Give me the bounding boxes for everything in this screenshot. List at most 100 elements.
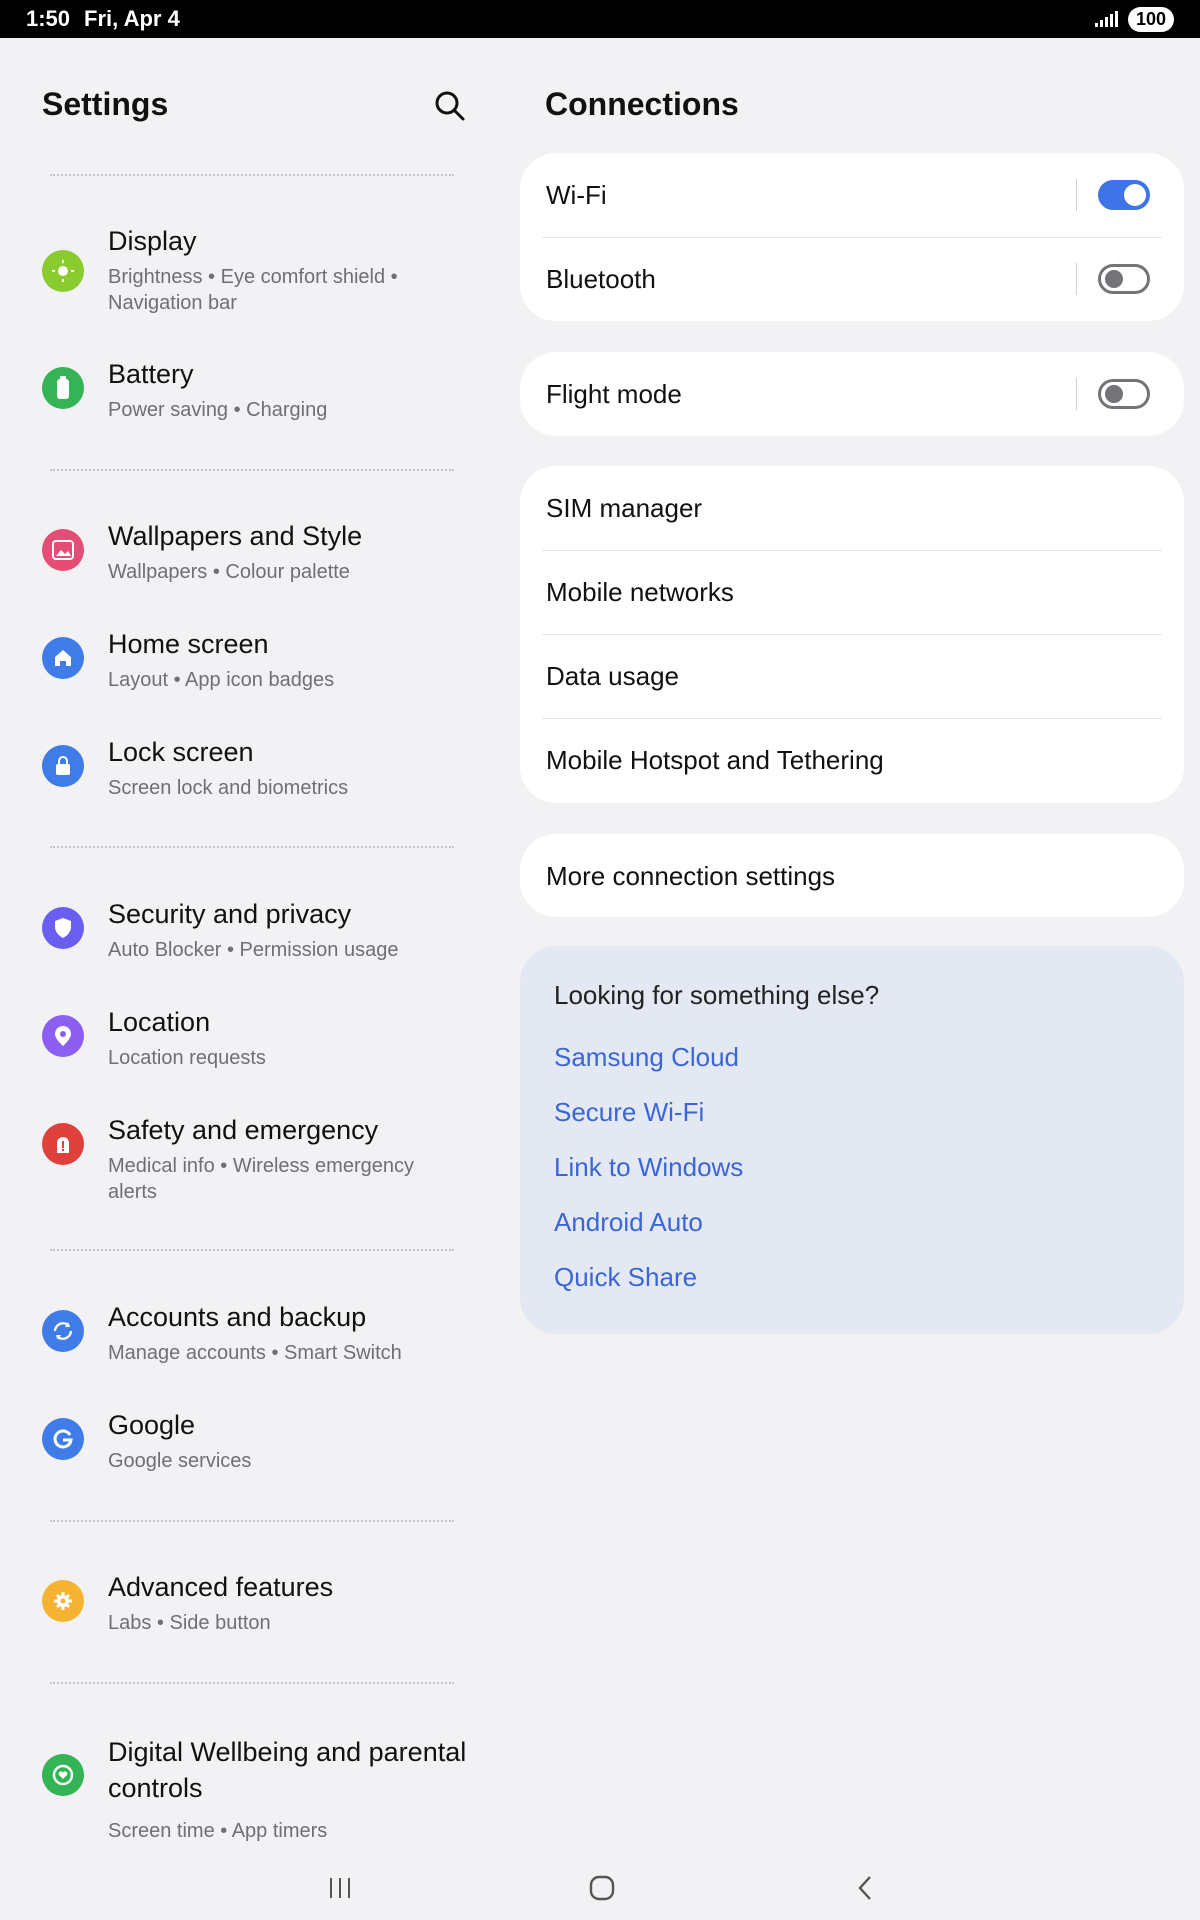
google-icon: [42, 1418, 84, 1460]
navigation-bar: [0, 1860, 1200, 1920]
item-subtitle: Manage accounts • Smart Switch: [108, 1342, 402, 1364]
item-subtitle: Brightness • Eye comfort shield • Naviga…: [108, 266, 398, 314]
item-subtitle: Google services: [108, 1450, 252, 1472]
alert-icon: [42, 1123, 84, 1165]
suggestions-heading: Looking for something else?: [554, 980, 880, 1010]
battery-indicator: 100: [1127, 6, 1174, 32]
flight-mode-row[interactable]: Flight mode: [520, 352, 1184, 436]
settings-item-lock-screen[interactable]: Lock screen Screen lock and biometrics: [0, 737, 480, 837]
data-usage-label: Data usage: [546, 660, 679, 691]
settings-item-location[interactable]: Location Location requests: [0, 1007, 480, 1107]
item-title: Wallpapers and Style: [108, 521, 363, 551]
vertical-divider: [1076, 378, 1077, 410]
vertical-divider: [1076, 179, 1077, 211]
link-quick-share[interactable]: Quick Share: [554, 1262, 697, 1293]
bluetooth-label: Bluetooth: [546, 263, 656, 294]
toggle-knob: [1105, 270, 1123, 288]
settings-app: 1:50 Fri, Apr 4 100 Settings Display Bri…: [0, 0, 1200, 1920]
sim-manager-label: SIM manager: [546, 492, 703, 523]
section-divider: [50, 469, 454, 471]
item-title: Security and privacy: [108, 899, 352, 929]
back-icon[interactable]: [843, 1866, 887, 1910]
settings-item-security[interactable]: Security and privacy Auto Blocker • Perm…: [0, 899, 480, 999]
mobile-networks-label: Mobile networks: [546, 576, 734, 607]
mobile-networks-row[interactable]: Mobile networks: [520, 550, 1184, 634]
wifi-row[interactable]: Wi-Fi: [520, 153, 1184, 237]
item-subtitle: Screen lock and biometrics: [108, 777, 349, 799]
page-title: Settings: [42, 86, 169, 122]
recent-apps-icon[interactable]: [318, 1866, 362, 1910]
image-icon: [42, 529, 84, 571]
wellbeing-icon: [42, 1754, 84, 1796]
item-title: Location: [108, 1007, 211, 1037]
status-icons: 100: [1094, 6, 1174, 32]
item-subtitle: Labs • Side button: [108, 1612, 271, 1634]
lock-icon: [42, 745, 84, 787]
location-pin-icon: [42, 1015, 84, 1057]
settings-item-battery[interactable]: Battery Power saving • Charging: [0, 359, 480, 459]
bluetooth-row[interactable]: Bluetooth: [520, 237, 1184, 321]
link-samsung-cloud[interactable]: Samsung Cloud: [554, 1042, 739, 1073]
item-title: Lock screen: [108, 737, 254, 767]
item-subtitle: Auto Blocker • Permission usage: [108, 939, 399, 961]
item-title: Display: [108, 226, 197, 256]
item-subtitle: Medical info • Wireless emergency alerts: [108, 1155, 414, 1203]
item-title: Advanced features: [108, 1572, 334, 1602]
settings-item-advanced[interactable]: Advanced features Labs • Side button: [0, 1572, 480, 1672]
item-subtitle: Power saving • Charging: [108, 399, 328, 421]
shield-icon: [42, 907, 84, 949]
item-title: Battery: [108, 359, 194, 389]
flight-mode-card: Flight mode: [520, 352, 1184, 436]
status-date: Fri, Apr 4: [84, 6, 180, 31]
section-divider: [50, 1520, 454, 1522]
network-card: SIM manager Mobile networks Data usage M…: [520, 466, 1184, 803]
connections-title: Connections: [545, 86, 739, 122]
status-bar: 1:50 Fri, Apr 4 100: [0, 0, 1200, 38]
link-to-windows[interactable]: Link to Windows: [554, 1152, 743, 1183]
gear-icon: [42, 1580, 84, 1622]
vertical-divider: [1076, 263, 1077, 295]
settings-item-accounts[interactable]: Accounts and backup Manage accounts • Sm…: [0, 1302, 480, 1402]
hotspot-row[interactable]: Mobile Hotspot and Tethering: [520, 718, 1184, 802]
settings-item-display[interactable]: Display Brightness • Eye comfort shield …: [0, 226, 480, 326]
battery-icon: [42, 367, 84, 409]
settings-item-home-screen[interactable]: Home screen Layout • App icon badges: [0, 629, 480, 729]
home-button-icon[interactable]: [580, 1866, 624, 1910]
item-title: Safety and emergency: [108, 1115, 379, 1145]
section-divider: [50, 174, 454, 176]
hotspot-label: Mobile Hotspot and Tethering: [546, 744, 884, 775]
settings-list-panel: Settings Display Brightness • Eye comfor…: [0, 38, 500, 1860]
section-divider: [50, 1682, 454, 1684]
section-divider: [50, 1249, 454, 1251]
suggestions-card: Looking for something else? Samsung Clou…: [520, 946, 1184, 1334]
wifi-label: Wi-Fi: [546, 179, 607, 210]
settings-item-wallpapers[interactable]: Wallpapers and Style Wallpapers • Colour…: [0, 521, 480, 621]
bluetooth-toggle[interactable]: [1098, 264, 1150, 294]
more-settings-label: More connection settings: [546, 860, 836, 891]
display-icon: [42, 250, 84, 292]
wifi-toggle[interactable]: [1098, 180, 1150, 210]
item-title: Accounts and backup: [108, 1302, 367, 1332]
item-subtitle: Wallpapers • Colour palette: [108, 561, 350, 583]
settings-item-safety[interactable]: Safety and emergency Medical info • Wire…: [0, 1115, 480, 1215]
data-usage-row[interactable]: Data usage: [520, 634, 1184, 718]
item-subtitle: Layout • App icon badges: [108, 669, 335, 691]
sim-manager-row[interactable]: SIM manager: [520, 466, 1184, 550]
link-android-auto[interactable]: Android Auto: [554, 1207, 703, 1238]
toggle-knob: [1124, 184, 1146, 206]
item-title: Google: [108, 1410, 196, 1440]
item-title: Digital Wellbeing and parental controls: [108, 1737, 467, 1803]
flight-mode-label: Flight mode: [546, 378, 682, 409]
settings-item-google[interactable]: Google Google services: [0, 1410, 480, 1510]
link-secure-wifi[interactable]: Secure Wi-Fi: [554, 1097, 704, 1128]
more-connection-settings-row[interactable]: More connection settings: [520, 834, 1184, 918]
item-subtitle: Screen time • App timers: [108, 1820, 328, 1842]
item-title: Home screen: [108, 629, 269, 659]
wifi-bluetooth-card: Wi-Fi Bluetooth: [520, 153, 1184, 321]
settings-item-digital-wellbeing[interactable]: Digital Wellbeing and parental controls …: [0, 1734, 480, 1844]
toggle-knob: [1105, 385, 1123, 403]
search-icon[interactable]: [432, 88, 468, 124]
section-divider: [50, 846, 454, 848]
status-time: 1:50: [26, 6, 71, 31]
flight-mode-toggle[interactable]: [1098, 379, 1150, 409]
